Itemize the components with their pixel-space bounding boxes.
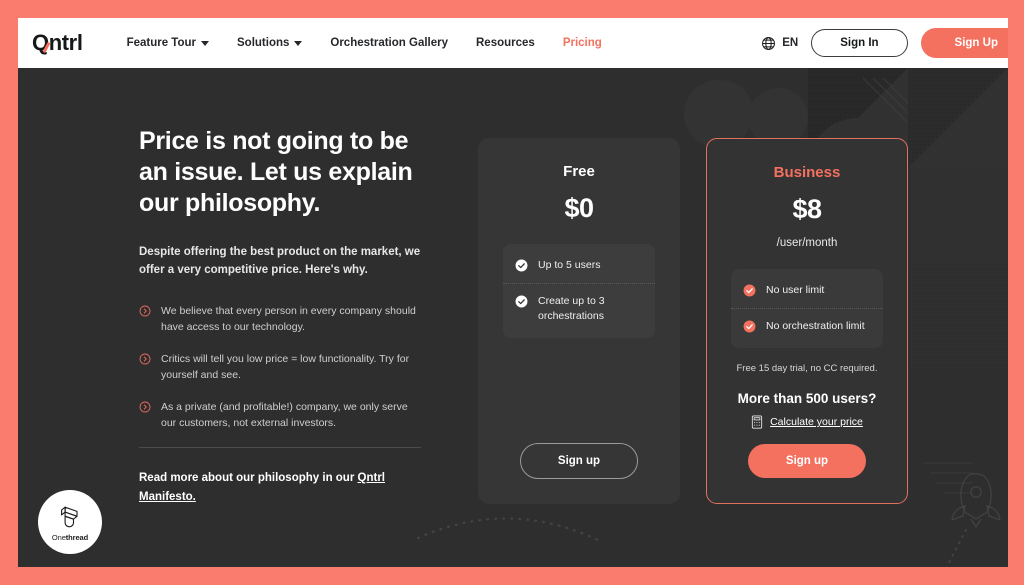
- check-circle-icon: [515, 295, 528, 308]
- onethread-badge-label: Onethread: [52, 533, 88, 542]
- list-item-label: Critics will tell you low price = low fu…: [161, 353, 410, 381]
- list-item-label: We believe that every person in every co…: [161, 305, 416, 333]
- list-item: Create up to 3 orchestrations: [503, 283, 655, 334]
- list-item: Critics will tell you low price = low fu…: [139, 351, 421, 383]
- hero-bullet-list: We believe that every person in every co…: [139, 303, 421, 431]
- hero-column: Price is not going to be an issue. Let u…: [139, 126, 421, 507]
- navbar: Qntrl Feature Tour Solutions Orchestrati…: [18, 18, 1008, 68]
- chevron-down-icon: [294, 40, 303, 46]
- calculate-price-link[interactable]: Calculate your price: [751, 415, 863, 429]
- more-users-heading: More than 500 users?: [737, 391, 877, 406]
- list-item: We believe that every person in every co…: [139, 303, 421, 335]
- navbar-actions: EN Sign In Sign Up: [761, 18, 1008, 68]
- nav-link-label: Resources: [476, 37, 535, 49]
- check-circle-icon: [743, 284, 756, 297]
- circle-chevron-right-icon: [139, 305, 151, 317]
- nav-link-label: Pricing: [562, 37, 602, 49]
- nav-link-label: Feature Tour: [126, 37, 196, 49]
- nav-links: Feature Tour Solutions Orchestration Gal…: [127, 37, 630, 49]
- brand-logo-text: Qntrl: [32, 30, 83, 55]
- nav-link-label: Orchestration Gallery: [330, 37, 448, 49]
- section-divider: [139, 447, 421, 448]
- calculator-icon: [751, 415, 763, 429]
- page-viewport: Qntrl Feature Tour Solutions Orchestrati…: [18, 18, 1008, 567]
- plan-price: $8: [792, 194, 822, 224]
- plan-feature-list: Up to 5 users Create up to 3 orchestrati…: [503, 244, 655, 338]
- page-frame: Qntrl Feature Tour Solutions Orchestrati…: [0, 0, 1024, 585]
- read-more-prefix: Read more about our philosophy in our: [139, 472, 358, 484]
- nav-link-pricing[interactable]: Pricing: [563, 37, 602, 49]
- check-circle-icon: [515, 259, 528, 272]
- badge-name-bold: thread: [65, 532, 89, 542]
- plan-price: $0: [564, 193, 594, 223]
- feature-label: Up to 5 users: [538, 259, 601, 271]
- feature-label: No orchestration limit: [766, 320, 865, 332]
- onethread-badge[interactable]: Onethread: [38, 490, 102, 554]
- list-item: No user limit: [731, 273, 883, 308]
- nav-link-label: Solutions: [237, 37, 290, 49]
- trial-note: Free 15 day trial, no CC required.: [736, 363, 878, 374]
- nav-link-resources[interactable]: Resources: [476, 37, 535, 49]
- list-item: Up to 5 users: [503, 248, 655, 283]
- check-circle-icon: [743, 320, 756, 333]
- badge-name-light: One: [51, 532, 66, 542]
- feature-label: No user limit: [766, 284, 825, 296]
- free-plan-sign-up-button[interactable]: Sign up: [520, 443, 638, 479]
- hero-subtitle: Despite offering the best product on the…: [139, 246, 421, 276]
- business-plan-sign-up-button[interactable]: Sign up: [748, 444, 866, 478]
- calculate-price-label: Calculate your price: [770, 416, 863, 428]
- plan-name: Business: [773, 164, 841, 181]
- sign-up-button[interactable]: Sign Up: [920, 28, 1008, 58]
- onethread-logo-icon: [61, 506, 78, 527]
- circle-chevron-right-icon: [139, 401, 151, 413]
- nav-link-feature-tour[interactable]: Feature Tour: [127, 37, 209, 49]
- page-title: Price is not going to be an issue. Let u…: [139, 127, 413, 217]
- feature-label: Create up to 3 orchestrations: [538, 295, 605, 322]
- list-item: As a private (and profitable!) company, …: [139, 399, 421, 431]
- plan-name: Free: [563, 163, 595, 180]
- list-item-label: As a private (and profitable!) company, …: [161, 401, 408, 429]
- pricing-card-business: Business $8 /user/month No user limit No…: [706, 138, 908, 504]
- list-item: No orchestration limit: [731, 308, 883, 344]
- chevron-down-icon: [201, 40, 209, 46]
- language-label[interactable]: EN: [782, 37, 798, 49]
- nav-link-orchestration-gallery[interactable]: Orchestration Gallery: [330, 37, 448, 49]
- globe-icon[interactable]: [761, 36, 776, 51]
- circle-chevron-right-icon: [139, 353, 151, 365]
- brand-logo[interactable]: Qntrl: [32, 30, 83, 56]
- plan-period: /user/month: [776, 237, 838, 249]
- sign-in-button[interactable]: Sign In: [811, 29, 908, 57]
- pricing-card-free: Free $0 Up to 5 users Create up to 3 orc…: [478, 138, 680, 504]
- nav-link-solutions[interactable]: Solutions: [237, 37, 303, 49]
- read-more-text: Read more about our philosophy in our Qn…: [139, 469, 421, 507]
- plan-feature-list: No user limit No orchestration limit: [731, 269, 883, 348]
